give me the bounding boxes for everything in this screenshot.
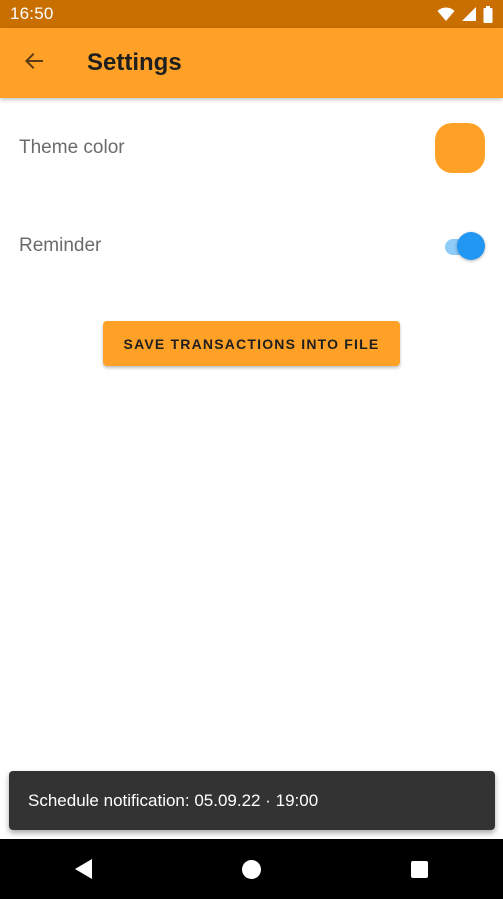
back-button[interactable] — [8, 37, 60, 89]
nav-recents-button[interactable] — [389, 839, 449, 899]
recents-square-icon — [410, 860, 428, 878]
reminder-toggle[interactable] — [443, 232, 485, 260]
snackbar-message: Schedule notification: 05.09.22 · 19:00 — [28, 790, 319, 810]
status-icons — [437, 5, 493, 23]
navigation-bar — [0, 839, 503, 899]
page-title: Settings — [87, 49, 182, 76]
back-triangle-icon — [75, 859, 93, 879]
theme-color-swatch[interactable] — [435, 123, 485, 173]
signal-icon — [461, 6, 477, 22]
nav-back-button[interactable] — [54, 839, 114, 899]
theme-color-row: Theme color — [0, 120, 503, 176]
app-bar: Settings — [0, 28, 503, 98]
toggle-thumb — [457, 232, 485, 260]
theme-color-label: Theme color — [19, 137, 125, 158]
battery-icon — [483, 5, 493, 23]
nav-home-button[interactable] — [221, 839, 281, 899]
settings-screen: 16:50 Settings Theme color Reminder SAVE… — [0, 0, 503, 899]
reminder-label: Reminder — [19, 235, 102, 256]
snackbar: Schedule notification: 05.09.22 · 19:00 — [9, 771, 495, 830]
reminder-row: Reminder — [0, 222, 503, 270]
save-transactions-button[interactable]: SAVE TRANSACTIONS INTO FILE — [103, 321, 400, 366]
home-circle-icon — [241, 859, 261, 879]
status-bar: 16:50 — [0, 0, 503, 28]
wifi-icon — [437, 6, 455, 22]
status-time: 16:50 — [10, 4, 54, 23]
arrow-left-icon — [22, 49, 46, 78]
